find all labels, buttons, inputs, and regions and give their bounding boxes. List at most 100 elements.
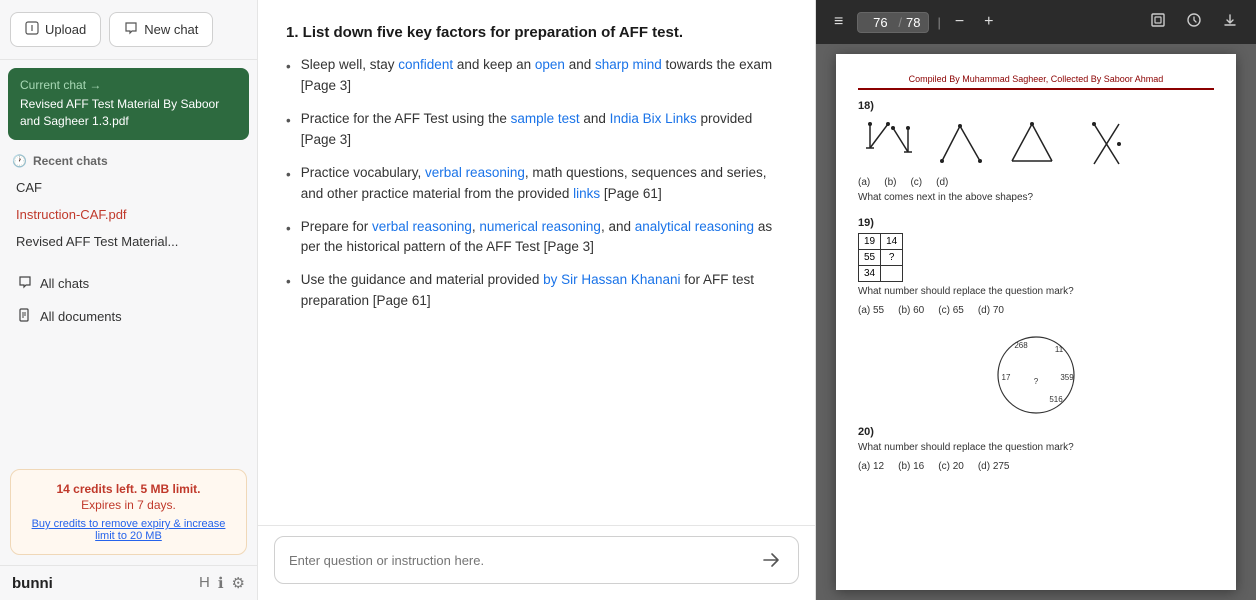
- pdf-q20-opt-b: (b) 16: [898, 461, 924, 472]
- pdf-menu-button[interactable]: ≡: [828, 9, 849, 35]
- credits-link[interactable]: Buy credits to remove expiry & increase …: [25, 518, 232, 542]
- zoom-in-icon: +: [984, 13, 993, 31]
- footer-icon-info[interactable]: ℹ: [218, 574, 224, 592]
- answer-item-4: • Prepare for verbal reasoning, numerica…: [286, 217, 787, 259]
- recent-item-revised[interactable]: Revised AFF Test Material...: [12, 228, 245, 255]
- pdf-circle-container: 268 11 359 17 ? 516: [858, 330, 1214, 420]
- pdf-q18-opt-a: (a): [858, 177, 870, 188]
- pdf-q19-opt-a: (a) 55: [858, 305, 884, 316]
- bullet-3: •: [286, 165, 291, 205]
- question-title: 1. List down five key factors for prepar…: [286, 24, 787, 41]
- answer-text-1: Sleep well, stay confident and keep an o…: [301, 55, 787, 97]
- shape-seq-2: [930, 116, 990, 171]
- all-documents-link[interactable]: All documents: [8, 300, 249, 333]
- svg-text:359: 359: [1060, 373, 1074, 382]
- pdf-shapes-row: [858, 116, 1214, 171]
- pdf-content: Compiled By Muhammad Sagheer, Collected …: [816, 44, 1256, 600]
- upload-button[interactable]: Upload: [10, 12, 101, 47]
- input-wrapper: [274, 536, 799, 584]
- shape-seq-1: [858, 116, 918, 171]
- pdf-q20-text: What number should replace the question …: [858, 442, 1214, 453]
- grid-cell-empty: [881, 266, 903, 282]
- upload-icon: [25, 21, 39, 38]
- upload-label: Upload: [45, 22, 86, 37]
- pdf-q18: 18): [858, 100, 1214, 203]
- all-chats-icon: [18, 275, 32, 292]
- chat-input-area: [258, 525, 815, 600]
- nav-links: All chats All documents: [0, 259, 257, 341]
- sidebar-top-buttons: Upload New chat: [0, 0, 257, 60]
- svg-text:?: ?: [1034, 377, 1039, 386]
- current-chat-section: Current chat → Revised AFF Test Material…: [0, 60, 257, 144]
- grid-cell-q: ?: [881, 250, 903, 266]
- answer-text-2: Practice for the AFF Test using the samp…: [301, 109, 787, 151]
- footer-icon-h[interactable]: H: [199, 574, 210, 592]
- pdf-q20-opt-a: (a) 12: [858, 461, 884, 472]
- pdf-q18-opt-d: (d): [936, 177, 948, 188]
- svg-text:11: 11: [1055, 345, 1064, 354]
- fit-icon: [1150, 12, 1166, 33]
- chat-area: 1. List down five key factors for prepar…: [258, 0, 815, 525]
- pdf-q19-opt-c: (c) 65: [938, 305, 964, 316]
- pdf-q19-opt-b: (b) 60: [898, 305, 924, 316]
- footer-icon-settings[interactable]: ⚙: [232, 574, 245, 592]
- pdf-q20-options: (a) 12 (b) 16 (c) 20 (d) 275: [858, 461, 1214, 472]
- pdf-viewer: ≡ / 78 | − +: [816, 0, 1256, 600]
- zoom-in-button[interactable]: +: [978, 9, 999, 35]
- recent-item-instruction[interactable]: Instruction-CAF.pdf: [12, 201, 245, 228]
- all-chats-link[interactable]: All chats: [8, 267, 249, 300]
- bullet-5: •: [286, 272, 291, 312]
- pdf-q20: 268 11 359 17 ? 516 20) What number shou…: [858, 330, 1214, 472]
- shape-seq-4: [1074, 116, 1134, 171]
- zoom-out-button[interactable]: −: [949, 9, 970, 35]
- answer-item-3: • Practice vocabulary, verbal reasoning,…: [286, 163, 787, 205]
- answer-text-4: Prepare for verbal reasoning, numerical …: [301, 217, 787, 259]
- grid-cell-14: 14: [881, 234, 903, 250]
- pdf-compiled-header: Compiled By Muhammad Sagheer, Collected …: [858, 74, 1214, 90]
- grid-cell-34: 34: [859, 266, 881, 282]
- zoom-out-icon: −: [955, 13, 964, 31]
- answer-item-5: • Use the guidance and material provided…: [286, 270, 787, 312]
- pdf-toolbar: ≡ / 78 | − +: [816, 0, 1256, 44]
- answer-item-2: • Practice for the AFF Test using the sa…: [286, 109, 787, 151]
- footer-icons: H ℹ ⚙: [199, 574, 245, 592]
- chat-input[interactable]: [289, 553, 748, 568]
- current-chat-label: Current chat →: [20, 78, 237, 92]
- hamburger-icon: ≡: [834, 13, 843, 31]
- pdf-q20-opt-c: (c) 20: [938, 461, 964, 472]
- pdf-q18-text: What comes next in the above shapes?: [858, 192, 1214, 203]
- bullet-4: •: [286, 219, 291, 259]
- download-icon: [1222, 12, 1238, 33]
- history-button[interactable]: [1180, 8, 1208, 37]
- pdf-q19-num: 19): [858, 217, 1214, 229]
- fit-page-button[interactable]: [1144, 8, 1172, 37]
- pdf-q18-options: (a) (b) (c) (d): [858, 177, 1214, 188]
- all-docs-icon: [18, 308, 32, 325]
- shape-seq-3: [1002, 116, 1062, 171]
- grid-cell-55: 55: [859, 250, 881, 266]
- pdf-q19: 19) 19 14 55 ? 34: [858, 217, 1214, 316]
- svg-text:268: 268: [1014, 341, 1028, 350]
- send-button[interactable]: [758, 547, 784, 573]
- pdf-q18-num: 18): [858, 100, 1214, 112]
- pdf-q19-opt-d: (d) 70: [978, 305, 1004, 316]
- new-chat-label: New chat: [144, 22, 198, 37]
- recent-item-caf[interactable]: CAF: [12, 174, 245, 201]
- recent-section: 🕐 Recent chats CAF Instruction-CAF.pdf R…: [0, 144, 257, 259]
- brand-logo: bunni: [12, 575, 53, 592]
- download-button[interactable]: [1216, 8, 1244, 37]
- svg-text:17: 17: [1002, 373, 1011, 382]
- credits-main: 14 credits left. 5 MB limit.: [25, 482, 232, 496]
- clock-icon: 🕐: [12, 154, 27, 168]
- new-chat-button[interactable]: New chat: [109, 12, 213, 47]
- pdf-q19-grid: 19 14 55 ? 34: [858, 233, 903, 282]
- pdf-circle-svg: 268 11 359 17 ? 516: [991, 330, 1081, 420]
- page-number-input[interactable]: [866, 15, 894, 30]
- page-divider: /: [898, 15, 902, 30]
- current-chat-item[interactable]: Current chat → Revised AFF Test Material…: [8, 68, 249, 140]
- credits-expiry: Expires in 7 days.: [25, 498, 232, 512]
- answer-list: • Sleep well, stay confident and keep an…: [286, 55, 787, 312]
- recent-chats-header: 🕐 Recent chats: [12, 154, 245, 168]
- chat-icon: [124, 21, 138, 38]
- question-block: 1. List down five key factors for prepar…: [286, 24, 787, 312]
